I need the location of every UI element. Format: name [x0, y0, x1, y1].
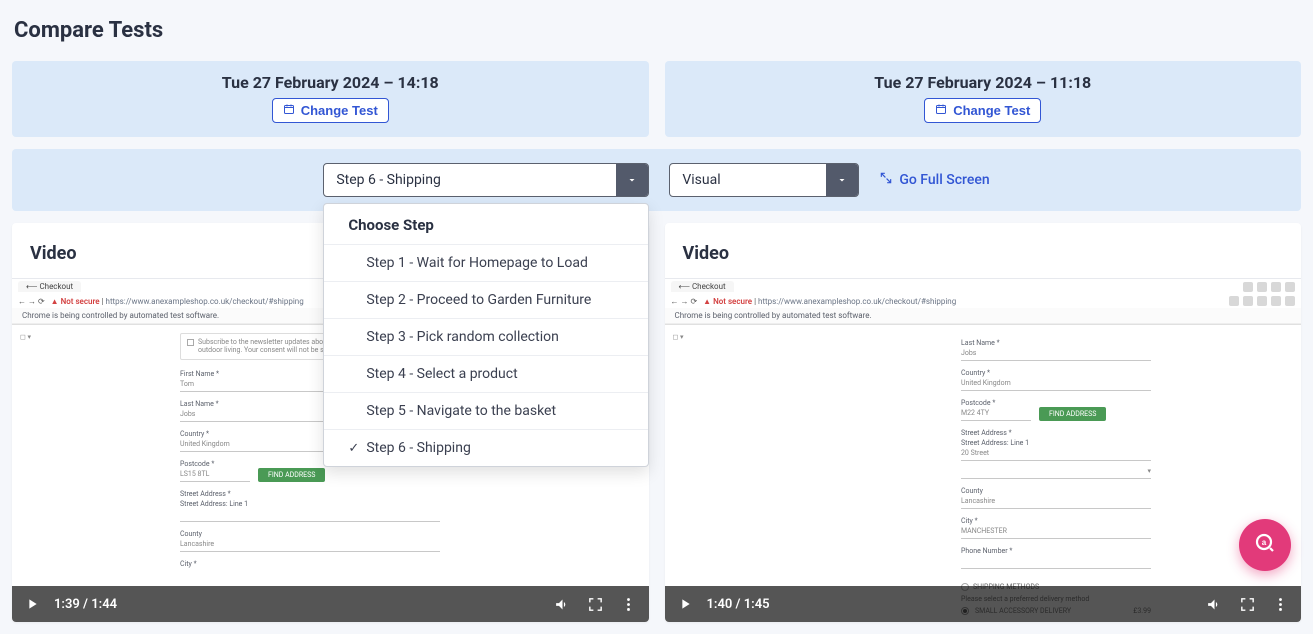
- video-controls-right: 1:40 / 1:45: [665, 586, 1302, 622]
- video-panels-row: Video ⟵ Checkout ← → ⟳ ▲ Not secure | ht…: [12, 223, 1301, 622]
- play-button[interactable]: [677, 596, 693, 612]
- step-dropdown: Choose Step Step 1 - Wait for Homepage t…: [323, 203, 649, 467]
- video-controls-left: 1:39 / 1:44: [12, 586, 649, 622]
- controls-bar: Step 6 - Shipping Choose Step Step 1 - W…: [12, 149, 1301, 211]
- fullscreen-icon[interactable]: [1239, 596, 1256, 613]
- more-icon[interactable]: [620, 596, 637, 613]
- calendar-icon: [935, 103, 947, 118]
- volume-icon[interactable]: [554, 596, 571, 613]
- fullscreen-icon[interactable]: [587, 596, 604, 613]
- change-test-label: Change Test: [953, 103, 1030, 118]
- automation-banner: Chrome is being controlled by automated …: [665, 308, 1302, 324]
- browser-chrome: ⟵ Checkout ← → ⟳ ▲ Not secure | https://…: [665, 279, 1302, 325]
- step-dropdown-header: Choose Step: [324, 204, 648, 244]
- test-date-left: Tue 27 February 2024 – 14:18: [12, 73, 649, 92]
- video-time: 1:39 / 1:44: [54, 597, 117, 612]
- step-dropdown-item[interactable]: Step 2 - Proceed to Garden Furniture: [324, 281, 648, 318]
- test-header-right: Tue 27 February 2024 – 11:18 Change Test: [665, 61, 1302, 137]
- video-player-right[interactable]: ⟵ Checkout ← → ⟳ ▲ Not secure | https://…: [665, 278, 1302, 622]
- video-title-right: Video: [665, 243, 1302, 278]
- step-dropdown-item[interactable]: Step 5 - Navigate to the basket: [324, 392, 648, 429]
- find-address-button: FIND ADDRESS: [258, 468, 325, 482]
- test-headers-row: Tue 27 February 2024 – 14:18 Change Test…: [12, 61, 1301, 137]
- change-test-button-left[interactable]: Change Test: [272, 98, 389, 123]
- help-fab[interactable]: a: [1239, 519, 1291, 571]
- browser-tab: ⟵ Checkout: [18, 281, 81, 292]
- chevron-down-icon: [616, 164, 648, 196]
- calendar-icon: [283, 103, 295, 118]
- change-test-button-right[interactable]: Change Test: [924, 98, 1041, 123]
- svg-text:a: a: [1262, 538, 1267, 547]
- page-title: Compare Tests: [14, 18, 1301, 43]
- test-date-right: Tue 27 February 2024 – 11:18: [665, 73, 1302, 92]
- search-a-icon: a: [1253, 531, 1277, 559]
- step-dropdown-item[interactable]: Step 1 - Wait for Homepage to Load: [324, 244, 648, 281]
- visual-select[interactable]: Visual: [669, 163, 859, 197]
- find-address-button: FIND ADDRESS: [1039, 407, 1106, 421]
- change-test-label: Change Test: [301, 103, 378, 118]
- step-dropdown-item-selected[interactable]: ✓Step 6 - Shipping: [324, 429, 648, 466]
- step-select-wrap: Step 6 - Shipping Choose Step Step 1 - W…: [323, 163, 649, 197]
- test-header-left: Tue 27 February 2024 – 14:18 Change Test: [12, 61, 649, 137]
- go-full-screen-label: Go Full Screen: [899, 172, 989, 188]
- go-full-screen-link[interactable]: Go Full Screen: [879, 171, 989, 189]
- visual-select-label: Visual: [670, 172, 826, 188]
- step-dropdown-item[interactable]: Step 3 - Pick random collection: [324, 318, 648, 355]
- expand-icon: [879, 171, 893, 189]
- browser-tab: ⟵ Checkout: [671, 281, 734, 292]
- step-select[interactable]: Step 6 - Shipping: [323, 163, 649, 197]
- step-select-label: Step 6 - Shipping: [324, 172, 616, 188]
- volume-icon[interactable]: [1206, 596, 1223, 613]
- page-body: ◻ ▾ Last Name * Jobs Country * United Ki…: [665, 325, 1302, 622]
- video-panel-right: Video ⟵ Checkout ← → ⟳ ▲ Not secure | ht…: [665, 223, 1302, 622]
- step-dropdown-item[interactable]: Step 4 - Select a product: [324, 355, 648, 392]
- video-time: 1:40 / 1:45: [707, 597, 770, 612]
- play-button[interactable]: [24, 596, 40, 612]
- more-icon[interactable]: [1272, 596, 1289, 613]
- chevron-down-icon: [826, 164, 858, 196]
